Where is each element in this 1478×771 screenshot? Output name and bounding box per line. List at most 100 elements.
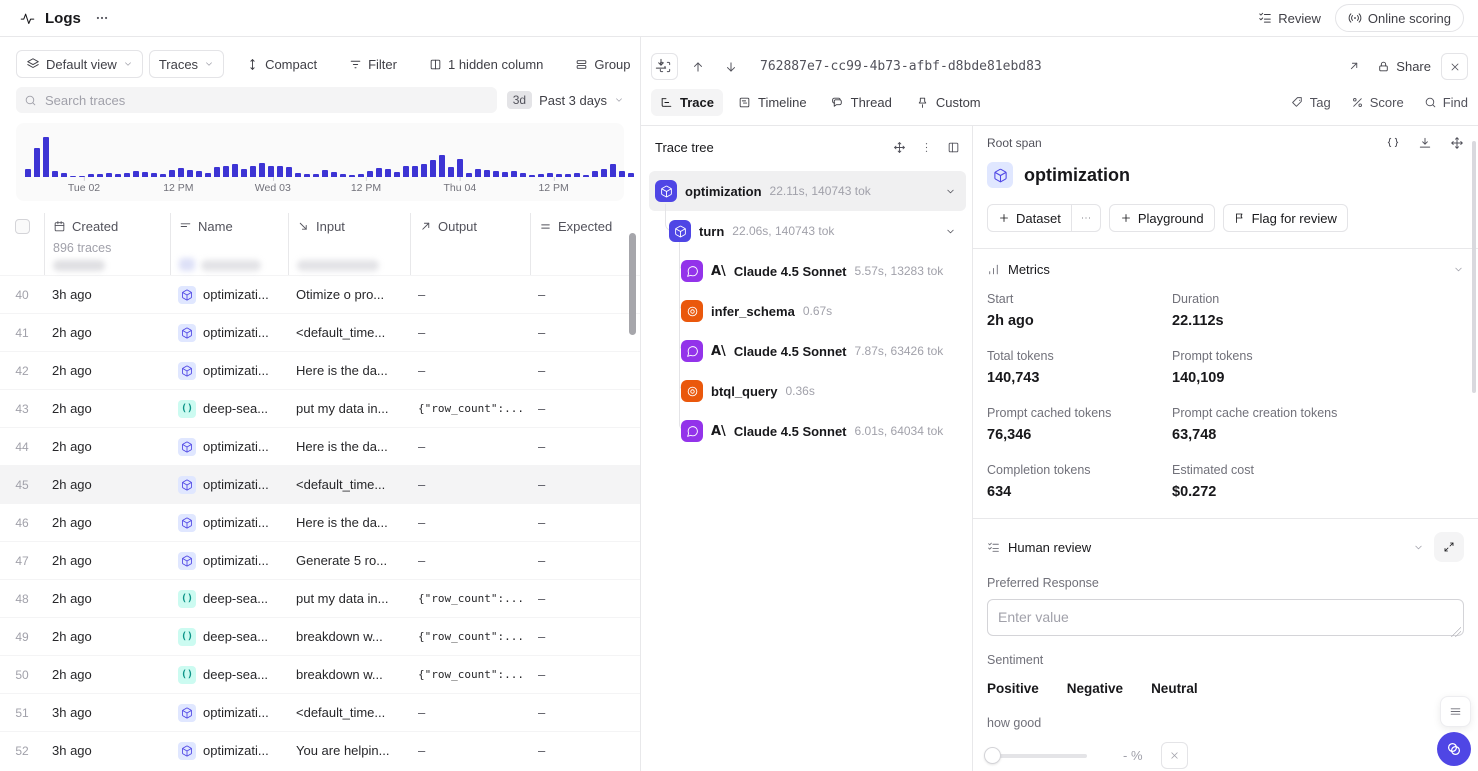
table-scrollbar[interactable]: [629, 233, 636, 335]
table-row[interactable]: 502h ago()deep-sea...breakdown w...{"row…: [0, 655, 640, 693]
histogram-bar: [259, 163, 265, 177]
view-selector[interactable]: Default view: [16, 50, 143, 78]
resize-grip[interactable]: [1451, 627, 1461, 637]
hidden-columns-button[interactable]: 1 hidden column: [419, 50, 553, 78]
tag-icon: [1291, 96, 1304, 109]
preferred-response-input[interactable]: [987, 599, 1464, 636]
trace-span-row[interactable]: optimization22.11s, 140743 tok: [649, 171, 966, 211]
flag-for-review-button[interactable]: Flag for review: [1223, 204, 1348, 232]
table-row[interactable]: 412h agooptimizati...<default_time...––: [0, 313, 640, 351]
output-cell: –: [410, 477, 530, 492]
expected-cell: –: [530, 743, 640, 758]
trace-span-row[interactable]: A\Claude 4.5 Sonnet7.87s, 63426 tok: [649, 331, 966, 371]
input-cell: breakdown w...: [288, 667, 410, 682]
online-scoring-button[interactable]: Online scoring: [1335, 4, 1464, 32]
traces-selector[interactable]: Traces: [149, 50, 224, 78]
column-header-input[interactable]: Input: [288, 213, 410, 275]
download-span-button[interactable]: [1418, 136, 1432, 150]
table-row[interactable]: 442h agooptimizati...Here is the da...––: [0, 427, 640, 465]
compact-toggle[interactable]: Compact: [236, 50, 327, 78]
prev-trace-button[interactable]: [684, 53, 711, 80]
tag-button[interactable]: Tag: [1291, 95, 1331, 110]
search-input[interactable]: Search traces: [16, 87, 497, 113]
table-row[interactable]: 492h ago()deep-sea...breakdown w...{"row…: [0, 617, 640, 655]
expected-cell: –: [530, 363, 640, 378]
clear-score-button[interactable]: [1161, 742, 1188, 769]
add-to-dataset-button[interactable]: Dataset: [988, 205, 1071, 231]
detail-scrollbar[interactable]: [1472, 141, 1476, 393]
find-button[interactable]: Find: [1424, 95, 1468, 110]
chevron-down-icon[interactable]: [945, 226, 956, 237]
table-row[interactable]: 472h agooptimizati...Generate 5 ro...––: [0, 541, 640, 579]
share-button[interactable]: Share: [1377, 59, 1431, 74]
select-all-checkbox[interactable]: [15, 219, 30, 234]
playground-button[interactable]: Playground: [1109, 204, 1215, 232]
column-header-created[interactable]: Created 896 traces: [44, 213, 170, 275]
sentiment-negative-button[interactable]: Negative: [1067, 681, 1123, 696]
table-row[interactable]: 422h agooptimizati...Here is the da...––: [0, 351, 640, 389]
how-good-slider[interactable]: [987, 754, 1087, 758]
trace-tree-panel: Trace tree optimization22.11s, 140743 to…: [641, 126, 972, 771]
chevron-down-icon: [123, 59, 133, 69]
trace-span-row[interactable]: A\Claude 4.5 Sonnet5.57s, 13283 tok: [649, 251, 966, 291]
group-button[interactable]: Group: [565, 50, 640, 78]
pulse-logo-icon: [20, 11, 35, 26]
output-cell: {"row_count":...: [410, 630, 530, 643]
table-row[interactable]: 403h agooptimizati...Otimize o pro...––: [0, 275, 640, 313]
trace-span-row[interactable]: turn22.06s, 140743 tok: [649, 211, 966, 251]
filter-button[interactable]: Filter: [339, 50, 407, 78]
trace-span-row[interactable]: infer_schema0.67s: [649, 291, 966, 331]
review-button[interactable]: Review: [1258, 11, 1321, 26]
table-row[interactable]: 513h agooptimizati...<default_time...––: [0, 693, 640, 731]
column-header-name[interactable]: Name: [170, 213, 288, 275]
dataset-options-button[interactable]: [1071, 205, 1100, 231]
timeline-icon: [738, 96, 751, 109]
trace-span-row[interactable]: btql_query0.36s: [649, 371, 966, 411]
column-header-output[interactable]: Output: [410, 213, 530, 275]
open-full-button[interactable]: [1340, 53, 1367, 80]
tab-thread[interactable]: Thread: [822, 89, 901, 116]
span-meta: 0.36s: [785, 384, 814, 398]
tab-timeline[interactable]: Timeline: [729, 89, 816, 116]
column-header-expected[interactable]: Expected: [530, 213, 640, 275]
sentiment-neutral-button[interactable]: Neutral: [1151, 681, 1198, 696]
trace-span-row[interactable]: A\Claude 4.5 Sonnet6.01s, 64034 tok: [649, 411, 966, 451]
next-trace-button[interactable]: [717, 53, 744, 80]
histogram-bar: [250, 166, 256, 178]
slider-handle[interactable]: [984, 747, 1001, 764]
table-row[interactable]: 452h agooptimizati...<default_time...––: [0, 465, 640, 503]
metric: Start2h ago: [987, 292, 1172, 329]
chevron-down-icon[interactable]: [945, 186, 956, 197]
braintrust-logo-button[interactable]: [1437, 732, 1471, 766]
axis-tick-label: 12 PM: [163, 182, 193, 194]
name-cell: optimizati...: [170, 552, 288, 570]
table-row[interactable]: 482h ago()deep-sea...put my data in...{"…: [0, 579, 640, 617]
histogram-bar: [205, 173, 211, 177]
close-panel-button[interactable]: [1441, 53, 1468, 80]
json-view-button[interactable]: [1386, 136, 1400, 150]
more-menu-button[interactable]: [91, 7, 113, 29]
move-span-button[interactable]: [1450, 136, 1464, 150]
metrics-section-header[interactable]: Metrics: [987, 249, 1464, 290]
floating-menu-button[interactable]: [1440, 696, 1471, 727]
tab-trace[interactable]: Trace: [651, 89, 723, 116]
tab-custom[interactable]: Custom: [907, 89, 990, 116]
human-review-section-header[interactable]: Human review: [987, 519, 1464, 572]
table-row[interactable]: 432h ago()deep-sea...put my data in...{"…: [0, 389, 640, 427]
sentiment-positive-button[interactable]: Positive: [987, 681, 1039, 696]
span-name: Claude 4.5 Sonnet: [734, 424, 847, 439]
collapse-panel-button[interactable]: [947, 141, 960, 154]
move-icon-button[interactable]: [893, 141, 906, 154]
kebab-menu-button[interactable]: [920, 141, 933, 154]
score-button[interactable]: Score: [1351, 95, 1404, 110]
expand-review-button[interactable]: [1434, 532, 1464, 562]
created-cell: 2h ago: [44, 325, 170, 340]
table-row[interactable]: 462h agooptimizati...Here is the da...––: [0, 503, 640, 541]
root-span-panel: Root span optimization: [972, 126, 1478, 771]
time-range-selector[interactable]: 3d Past 3 days: [507, 91, 624, 109]
plus-icon: [1120, 212, 1132, 224]
table-row[interactable]: 523h agooptimizati...You are helpin...––: [0, 731, 640, 769]
focus-scan-button[interactable]: [651, 53, 678, 80]
function-icon: (): [178, 400, 196, 418]
search-icon: [24, 94, 37, 107]
